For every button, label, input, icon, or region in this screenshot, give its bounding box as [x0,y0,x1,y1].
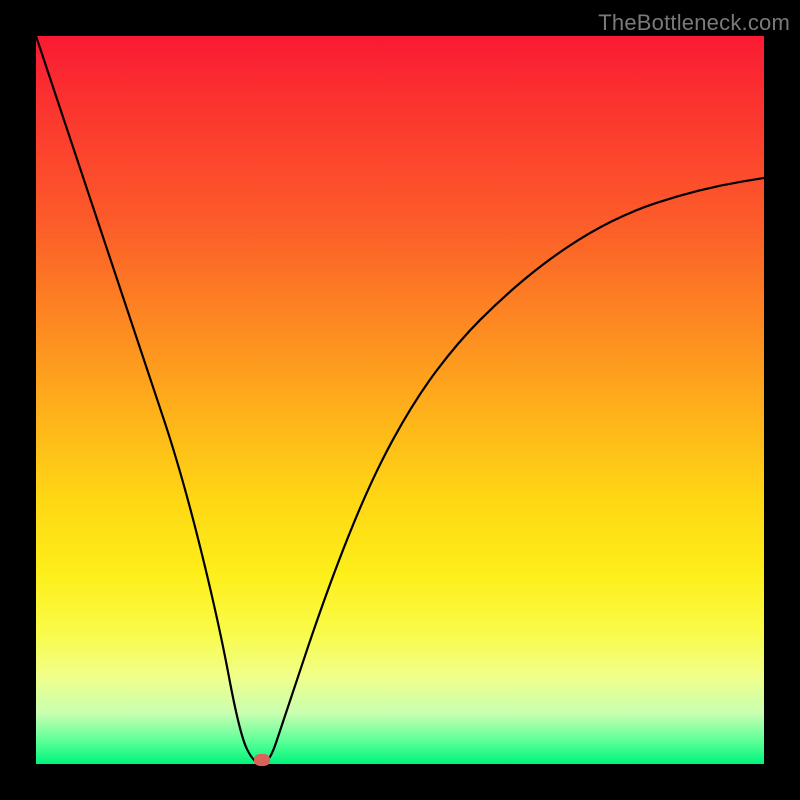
curve-path [36,36,764,764]
bottleneck-curve [36,36,764,764]
min-marker [254,754,270,766]
attribution-label: TheBottleneck.com [598,10,790,36]
plot-area [36,36,764,764]
chart-frame: TheBottleneck.com [0,0,800,800]
